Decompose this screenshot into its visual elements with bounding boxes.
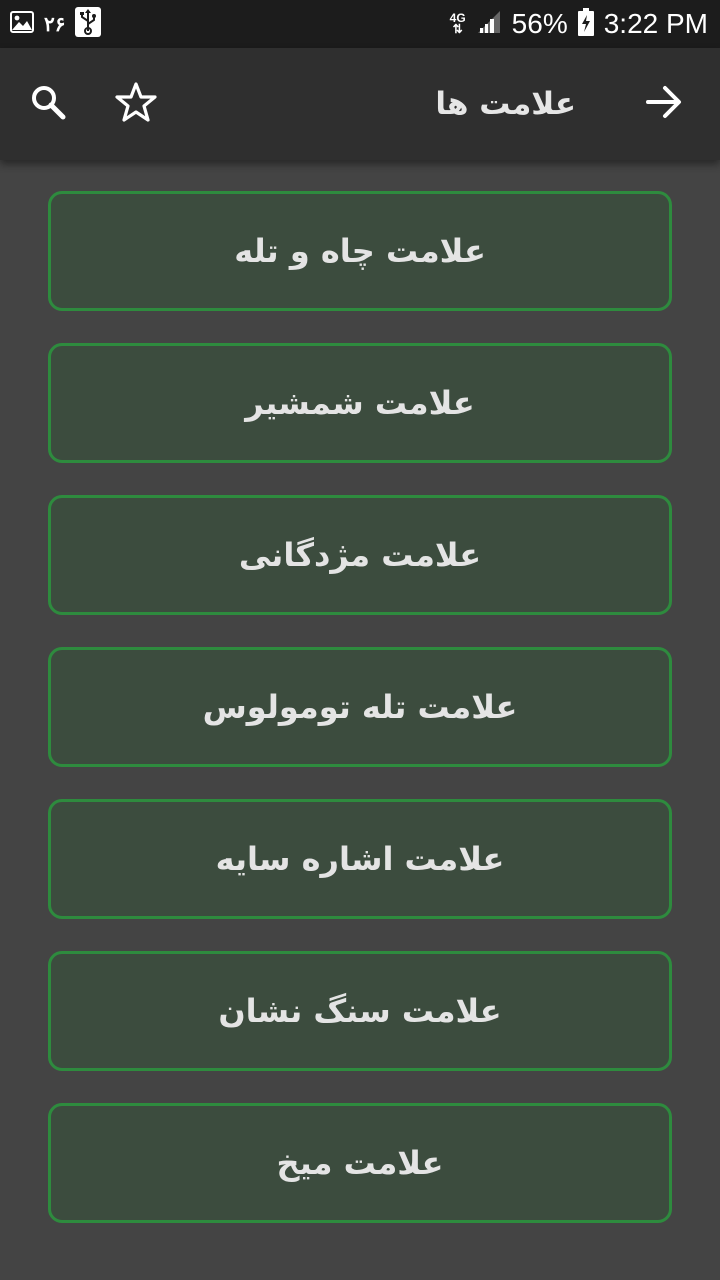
- list-item-label: علامت مژدگانی: [238, 536, 482, 574]
- list-item-label: علامت شمشیر: [245, 384, 475, 422]
- image-icon: [10, 11, 34, 37]
- list-item[interactable]: علامت سنگ نشان: [48, 951, 672, 1071]
- search-button[interactable]: [20, 76, 76, 132]
- favorite-button[interactable]: [108, 76, 164, 132]
- status-left: ۲۶: [10, 7, 102, 41]
- app-bar: علامت ها: [0, 48, 720, 160]
- arrow-forward-icon: [644, 82, 684, 126]
- sign-list: علامت چاه و تله علامت شمشیر علامت مژدگان…: [48, 191, 672, 1255]
- page-title: علامت ها: [435, 86, 576, 122]
- star-icon: [115, 81, 157, 127]
- list-item-label: علامت سنگ نشان: [218, 992, 502, 1030]
- list-item-label: علامت چاه و تله: [234, 232, 486, 270]
- signal-icon: [476, 9, 502, 39]
- search-icon: [28, 82, 68, 126]
- notification-count: ۲۶: [44, 13, 66, 36]
- list-item[interactable]: علامت تله تومولوس: [48, 647, 672, 767]
- list-item-label: علامت اشاره سایه: [215, 840, 505, 878]
- list-item[interactable]: علامت اشاره سایه: [48, 799, 672, 919]
- battery-percent: 56%: [511, 8, 568, 39]
- list-item[interactable]: علامت مژدگانی: [48, 495, 672, 615]
- list-item[interactable]: علامت چاه و تله: [48, 191, 672, 311]
- battery-charging-icon: [577, 8, 594, 40]
- status-bar: ۲۶ 4G ⇅ 56% 3:22 PM: [0, 0, 720, 48]
- back-button[interactable]: [636, 76, 692, 132]
- usb-icon: [75, 7, 102, 41]
- clock: 3:22 PM: [603, 8, 708, 39]
- list-item[interactable]: علامت شمشیر: [48, 343, 672, 463]
- status-right: 4G ⇅ 56% 3:22 PM: [450, 8, 708, 40]
- network-type: 4G ⇅: [449, 11, 466, 36]
- list-item-label: علامت تله تومولوس: [202, 688, 518, 726]
- list-item[interactable]: علامت میخ: [48, 1103, 672, 1223]
- list-item-label: علامت میخ: [276, 1144, 444, 1182]
